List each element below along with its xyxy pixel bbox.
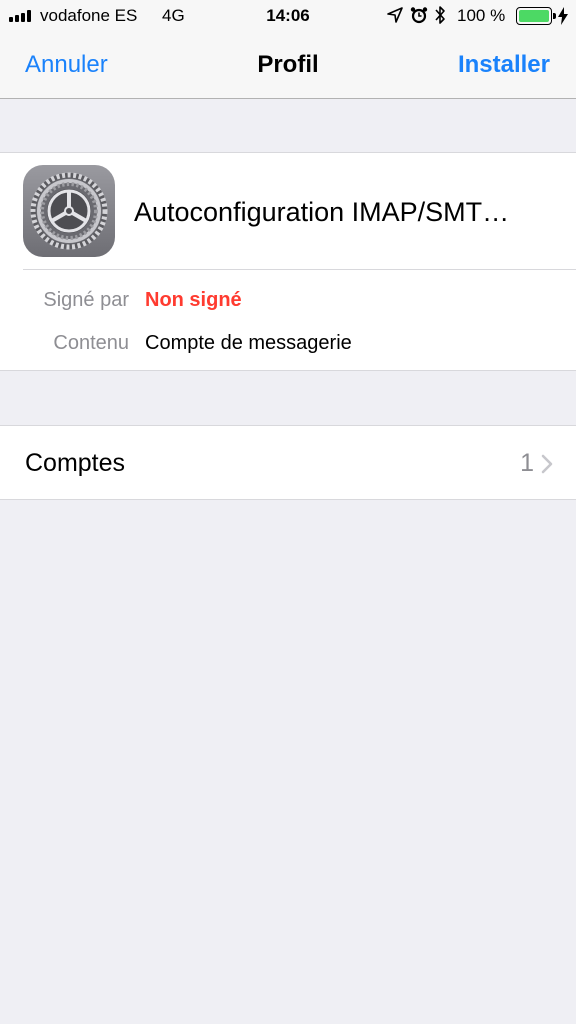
alarm-icon [410, 7, 428, 24]
status-bar: vodafone ES 4G 14:06 100 % [0, 0, 576, 33]
signed-by-label: Signé par [43, 289, 129, 311]
battery-icon [516, 7, 556, 25]
bluetooth-icon [435, 6, 445, 24]
settings-gear-icon [23, 165, 115, 257]
accounts-label: Comptes [25, 449, 126, 477]
profile-card: Autoconfiguration IMAP/SMT… Signé par No… [0, 152, 576, 371]
content-label: Contenu [53, 332, 129, 354]
profile-name: Autoconfiguration IMAP/SMT… [134, 197, 510, 227]
accounts-count: 1 [520, 449, 534, 477]
battery-percent: 100 % [457, 6, 506, 25]
charging-icon [558, 7, 568, 25]
chevron-right-icon [541, 454, 553, 474]
navigation-bar: Annuler Profil Installer [0, 33, 576, 99]
location-icon [387, 7, 403, 23]
content-value: Compte de messagerie [145, 332, 352, 354]
accounts-row[interactable]: Comptes 1 [0, 425, 576, 500]
divider [23, 269, 576, 270]
signed-by-value: Non signé [145, 289, 242, 311]
install-button[interactable]: Installer [458, 51, 550, 79]
